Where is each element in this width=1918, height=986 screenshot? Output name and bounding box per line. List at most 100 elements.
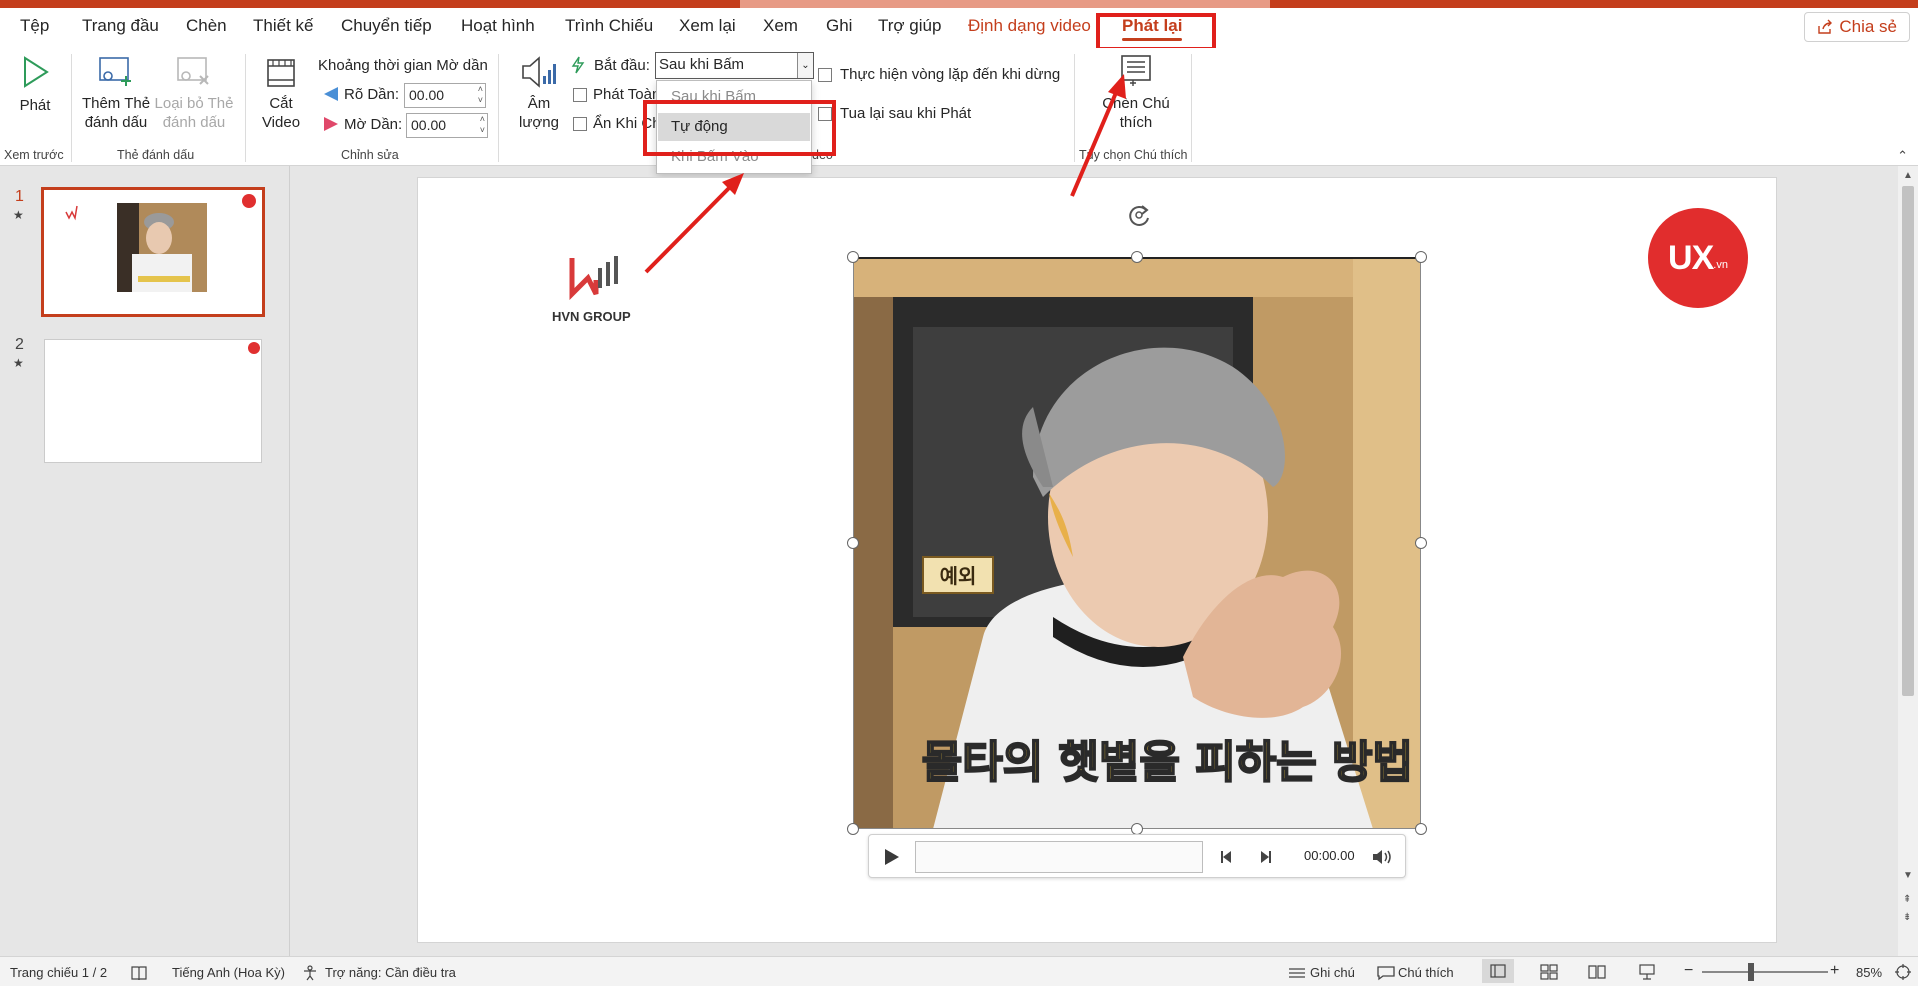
slide-thumbnail-2[interactable] (44, 339, 262, 463)
comments-button[interactable]: Chú thích (1398, 965, 1454, 980)
zoom-out-icon[interactable]: − (1684, 962, 1693, 980)
playback-progress-bar[interactable] (915, 841, 1203, 873)
insert-caption-icon (1121, 55, 1151, 86)
slide-counter: Trang chiếu 1 / 2 (10, 965, 108, 980)
fade-out-label: Mờ Dần: (344, 116, 403, 133)
insert-caption-label-2: thích (1119, 114, 1153, 131)
remove-bookmark-icon (177, 57, 209, 85)
slide-1-animation-star: ★ (13, 208, 24, 222)
resize-handle-n[interactable] (1131, 251, 1143, 263)
play-icon (24, 56, 49, 88)
ux-logo-suffix: .vn (1713, 259, 1728, 271)
resize-handle-nw[interactable] (847, 251, 859, 263)
group-label-bookmarks: Thẻ đánh dấu (117, 148, 195, 162)
start-lightning-icon (571, 56, 585, 74)
volume-label-1: Âm (527, 95, 551, 112)
fade-duration-title: Khoảng thời gian Mờ dần (318, 57, 488, 74)
notes-icon (1289, 968, 1305, 978)
resize-handle-w[interactable] (847, 537, 859, 549)
share-button[interactable]: Chia sẻ (1804, 12, 1910, 42)
add-bookmark-label-2: đánh dấu (84, 114, 148, 131)
resize-handle-sw[interactable] (847, 823, 859, 835)
hvn-group-logo (569, 256, 618, 300)
slide-thumbnail-1[interactable] (41, 187, 265, 317)
remove-bookmark-button[interactable]: Loại bỏ Thẻ đánh dấu (152, 54, 236, 132)
fade-in-input[interactable]: 00.00 ˄ ˅ (404, 83, 486, 108)
play-button[interactable]: Phát (12, 54, 58, 115)
video-selection-outline (853, 257, 1421, 829)
zoom-level[interactable]: 85% (1856, 965, 1882, 980)
vertical-scrollbar[interactable]: ▲ ▼ ⇞ ⇟ (1898, 166, 1918, 956)
tab-video-format[interactable]: Định dạng video (968, 16, 1091, 36)
slideshow-view-icon[interactable] (1638, 963, 1656, 981)
add-bookmark-icon (99, 57, 131, 86)
scroll-up-icon[interactable]: ▲ (1903, 170, 1913, 181)
accessibility-status[interactable]: Trợ năng: Cần điều tra (325, 965, 456, 980)
fade-out-input[interactable]: 00.00 ˄ ˅ (406, 113, 488, 138)
resize-handle-ne[interactable] (1415, 251, 1427, 263)
fade-in-icon (324, 87, 338, 101)
hide-not-playing-checkbox[interactable] (573, 117, 587, 131)
tab-transitions[interactable]: Chuyển tiếp (341, 16, 432, 36)
reading-view-icon[interactable] (1588, 964, 1606, 980)
zoom-slider-thumb[interactable] (1748, 963, 1754, 981)
group-label-editing: Chỉnh sửa (341, 148, 399, 162)
insert-caption-button[interactable]: Chèn Chú thích (1096, 54, 1176, 132)
media-controls: 00:00.00 (868, 834, 1406, 878)
trim-video-icon (267, 59, 295, 87)
scrollbar-thumb[interactable] (1902, 186, 1914, 696)
tab-review[interactable]: Xem lại (679, 16, 736, 36)
playback-time: 00:00.00 (1304, 848, 1355, 863)
mute-volume-icon[interactable] (1371, 848, 1393, 866)
zoom-slider[interactable] (1702, 971, 1828, 973)
tab-record[interactable]: Ghi (826, 16, 852, 36)
tab-animations[interactable]: Hoạt hình (461, 16, 535, 36)
group-separator (71, 54, 72, 162)
chevron-down-icon[interactable]: ⌄ (797, 53, 813, 78)
trim-video-button[interactable]: Cắt Video (256, 54, 306, 132)
language-indicator[interactable]: Tiếng Anh (Hoa Kỳ) (172, 965, 285, 980)
slide-1-preview (65, 194, 256, 292)
play-pause-icon[interactable] (881, 847, 901, 867)
resize-handle-se[interactable] (1415, 823, 1427, 835)
tab-design[interactable]: Thiết kế (253, 16, 313, 36)
tab-insert[interactable]: Chèn (186, 16, 227, 36)
next-slide-icon[interactable]: ⇟ (1903, 912, 1911, 923)
normal-view-button[interactable] (1482, 959, 1514, 983)
ux-logo-text: UX (1668, 238, 1714, 277)
spelling-check-icon[interactable] (130, 965, 148, 981)
play-fullscreen-checkbox[interactable] (573, 88, 587, 102)
tab-slideshow[interactable]: Trình Chiếu (565, 16, 653, 36)
group-label-preview: Xem trước (4, 148, 64, 162)
resize-handle-e[interactable] (1415, 537, 1427, 549)
add-bookmark-button[interactable]: Thêm Thẻ đánh dấu (80, 54, 152, 132)
hvn-group-logo-text: HVN GROUP (552, 309, 631, 324)
ribbon-playback: Phát Xem trước Thêm Thẻ đánh dấu Loại bỏ… (0, 48, 1918, 174)
fade-in-spin-arrows[interactable]: ˄ ˅ (478, 84, 483, 106)
step-back-icon[interactable] (1219, 849, 1235, 865)
loop-checkbox[interactable] (818, 68, 832, 82)
tab-help[interactable]: Trợ giúp (878, 16, 941, 36)
zoom-in-icon[interactable]: + (1830, 962, 1839, 980)
notes-button[interactable]: Ghi chú (1310, 965, 1355, 980)
start-select[interactable]: Sau khi Bấm ⌄ (655, 52, 814, 79)
step-forward-icon[interactable] (1257, 849, 1273, 865)
start-select-value: Sau khi Bấm (659, 56, 745, 73)
comments-icon (1377, 966, 1395, 981)
rotate-handle-icon[interactable] (1124, 200, 1154, 230)
volume-label-2: lượng (519, 114, 559, 131)
fade-out-icon (324, 117, 338, 131)
tab-file[interactable]: Tệp (20, 16, 49, 36)
slide-sorter-icon[interactable] (1540, 964, 1558, 980)
title-bar-strip (0, 0, 1918, 8)
volume-button[interactable]: Âm lượng (508, 54, 570, 132)
fade-out-spin-arrows[interactable]: ˄ ˅ (480, 114, 485, 136)
scroll-down-icon[interactable]: ▼ (1903, 870, 1913, 881)
collapse-ribbon-icon[interactable]: ⌃ (1897, 148, 1908, 164)
tab-view[interactable]: Xem (763, 16, 798, 36)
start-label: Bắt đầu: (594, 57, 650, 74)
fade-out-value: 00.00 (411, 117, 447, 133)
previous-slide-icon[interactable]: ⇞ (1903, 894, 1911, 905)
tab-home[interactable]: Trang đầu (82, 16, 159, 36)
fit-to-window-icon[interactable] (1894, 963, 1912, 981)
